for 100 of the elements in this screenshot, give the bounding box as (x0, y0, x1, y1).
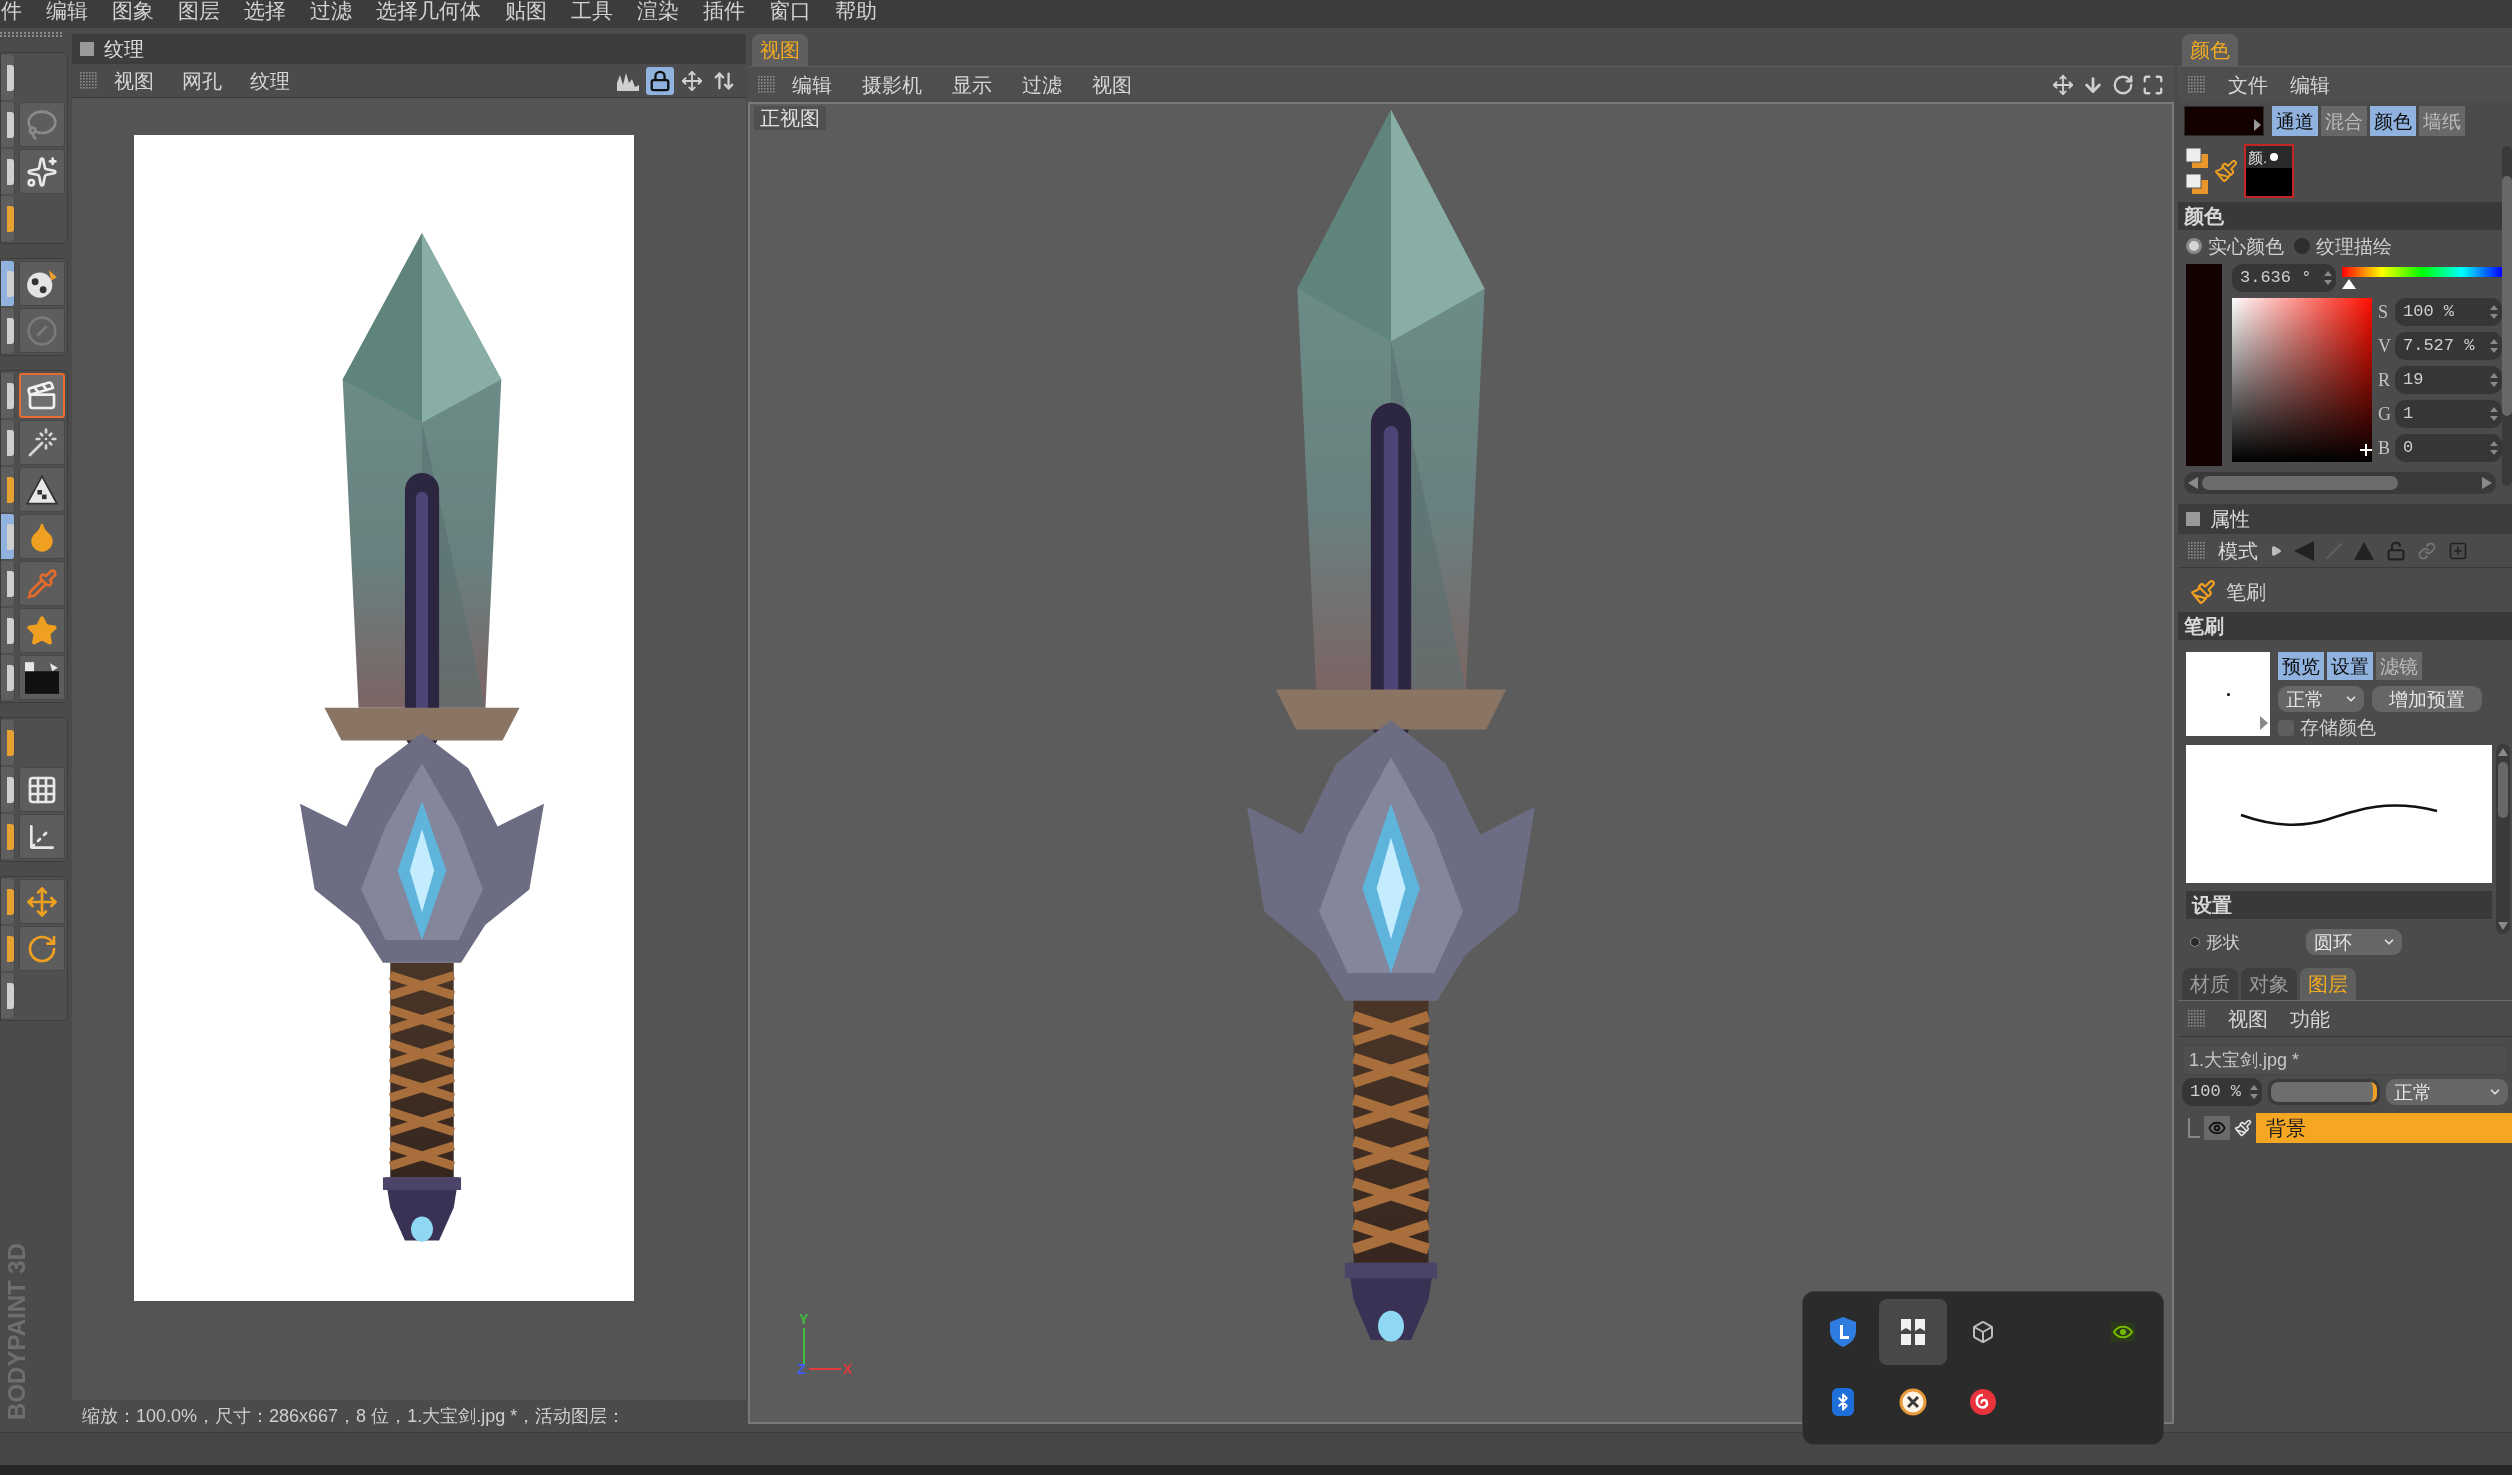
menu-item[interactable]: 图象 (112, 0, 154, 22)
scrollbar[interactable] (2184, 472, 2496, 494)
menu-item[interactable]: 功能 (2290, 1008, 2330, 1029)
spinner-icon[interactable] (2324, 271, 2332, 285)
mode-toggle[interactable]: 通道 (2272, 106, 2318, 136)
menu-item[interactable]: 文件 (2228, 74, 2268, 95)
tool-button[interactable] (19, 467, 65, 512)
move-icon[interactable] (2052, 73, 2074, 96)
tool-button[interactable] (1, 55, 15, 100)
radio-button[interactable] (2186, 238, 2202, 254)
spinner-icon[interactable] (2490, 339, 2498, 353)
value-field[interactable]: 1 (2395, 400, 2502, 428)
menu-item[interactable]: 视图 (2228, 1008, 2268, 1029)
menu-item[interactable]: 摄影机 (862, 74, 922, 95)
menu-item[interactable]: 网孔 (182, 70, 222, 91)
scrollbar[interactable] (2502, 146, 2512, 486)
menu-item[interactable]: 渲染 (637, 0, 679, 22)
dropdown[interactable]: 圆环 (2306, 929, 2402, 955)
tool-button[interactable] (19, 149, 65, 194)
eye-logo-icon (2111, 1322, 2135, 1342)
tool-button[interactable] (19, 814, 65, 859)
right-arrow-icon[interactable] (2482, 477, 2492, 489)
tool-button[interactable] (1, 767, 15, 812)
panel-tab[interactable]: 对象 (2241, 968, 2297, 1000)
brush-icon[interactable] (2214, 159, 2238, 183)
menu-item[interactable]: 过滤 (1022, 74, 1062, 95)
menu-item[interactable]: 编辑 (2290, 74, 2330, 95)
menu-item[interactable]: 选择 (244, 0, 286, 22)
menu-item[interactable]: 图层 (178, 0, 220, 22)
menu-item[interactable]: 工具 (571, 0, 613, 22)
value-field[interactable]: 0 (2395, 434, 2502, 462)
scrollbar-thumb[interactable] (2202, 476, 2398, 490)
preset-thumbnail[interactable]: 颜. (2244, 144, 2294, 198)
tool-button[interactable] (19, 261, 65, 306)
visibility-toggle[interactable] (2204, 1116, 2230, 1140)
mode-toggle[interactable]: 颜色 (2370, 106, 2416, 136)
color-swatch[interactable] (2184, 106, 2264, 136)
hue-field[interactable]: 3.636 ° (2232, 264, 2336, 292)
dropdown[interactable]: 正常 (2278, 686, 2364, 712)
value-field[interactable]: 100 % (2395, 298, 2502, 326)
menu-item[interactable]: 选择几何体 (376, 0, 481, 22)
scrollbar-thumb[interactable] (2498, 762, 2508, 818)
radio-button[interactable] (2294, 238, 2310, 254)
dropdown[interactable]: 正常 (2386, 1079, 2508, 1105)
stacked-squares-icon[interactable] (2186, 148, 2208, 168)
menu-item[interactable]: 插件 (703, 0, 745, 22)
layer-item[interactable]: 背景 (2256, 1113, 2512, 1143)
tool-button[interactable] (1, 973, 15, 1018)
menu-item[interactable]: 纹理 (250, 70, 290, 91)
tool-button[interactable] (1, 420, 15, 465)
add-preset-button[interactable]: 增加预置 (2372, 686, 2482, 712)
window-icon[interactable] (2142, 73, 2164, 96)
tool-button[interactable] (1, 514, 15, 559)
scrollbar-thumb[interactable] (2502, 176, 2512, 416)
tool-button[interactable] (1, 373, 15, 418)
value-field[interactable]: 100 % (2182, 1078, 2262, 1106)
up-arrow-icon[interactable] (2498, 748, 2508, 756)
spinner-icon[interactable] (2490, 407, 2498, 421)
menu-item[interactable]: 视图 (114, 70, 154, 91)
menu-item[interactable]: 贴图 (505, 0, 547, 22)
menu-item[interactable]: 帮助 (835, 0, 877, 22)
play-icon[interactable] (2270, 544, 2282, 557)
tool-button[interactable] (19, 655, 65, 700)
value-field[interactable]: 7.527 % (2395, 332, 2502, 360)
menu-item[interactable]: 编辑 (46, 0, 88, 22)
spinner-icon[interactable] (2250, 1085, 2258, 1099)
spinner-icon[interactable] (2490, 305, 2498, 319)
tool-button[interactable] (1, 561, 15, 606)
caret-icon[interactable] (2260, 716, 2268, 730)
menu-item[interactable]: 显示 (952, 74, 992, 95)
tool-button[interactable] (19, 420, 65, 465)
panel-tab[interactable]: 材质 (2182, 968, 2238, 1000)
mode-toggle[interactable]: 设置 (2327, 652, 2373, 680)
color-field[interactable] (2232, 298, 2372, 462)
tool-button[interactable] (19, 767, 65, 812)
tool-button[interactable] (1, 308, 15, 353)
value-field[interactable]: 19 (2395, 366, 2502, 394)
tray-button[interactable] (1879, 1299, 1947, 1365)
scrollbar[interactable] (2496, 744, 2510, 934)
rotate-icon[interactable] (2112, 73, 2134, 96)
menu-item[interactable]: 视图 (1092, 74, 1132, 95)
mode-toggle[interactable]: 预览 (2278, 652, 2324, 680)
spinner-icon[interactable] (2490, 373, 2498, 387)
hue-slider[interactable] (2342, 267, 2502, 289)
menu-item[interactable]: 窗口 (769, 0, 811, 22)
tool-button[interactable] (1, 261, 15, 306)
tool-button[interactable] (1, 149, 15, 194)
tool-button[interactable] (1, 655, 15, 700)
menu-item[interactable]: 模式 (2218, 540, 2258, 561)
left-arrow-icon[interactable] (2188, 477, 2198, 489)
spinner-icon[interactable] (2490, 441, 2498, 455)
slider-thumb[interactable] (2341, 279, 2356, 289)
menu-item[interactable]: 编辑 (792, 74, 832, 95)
stacked-squares-icon[interactable] (2186, 174, 2208, 194)
menu-item[interactable]: 件 (1, 0, 22, 22)
tool-button[interactable] (646, 66, 674, 95)
down-arrow-icon[interactable] (2498, 922, 2508, 930)
tool-button[interactable] (1, 608, 15, 653)
menu-item[interactable]: 过滤 (310, 0, 352, 22)
tool-button[interactable] (1, 102, 15, 147)
